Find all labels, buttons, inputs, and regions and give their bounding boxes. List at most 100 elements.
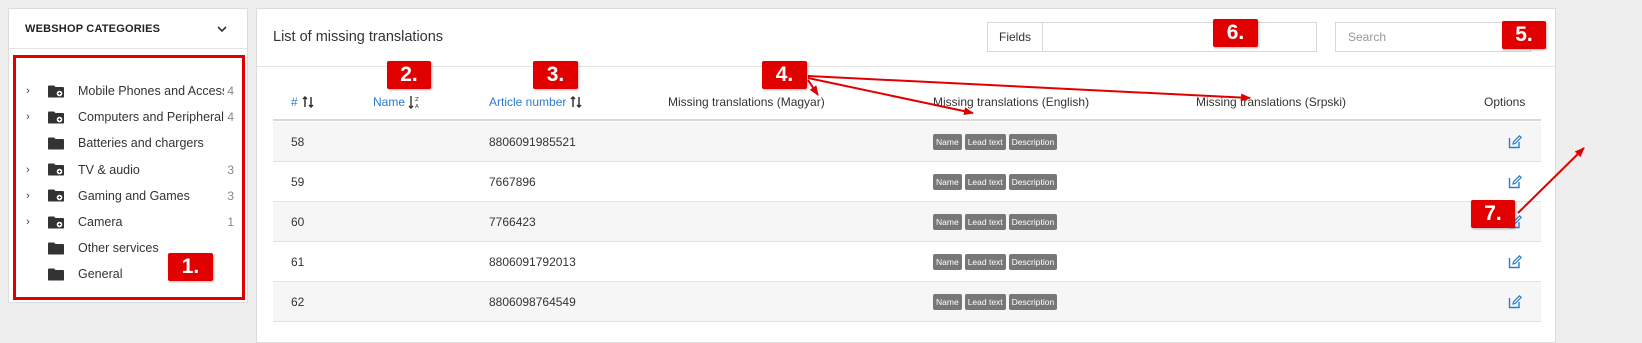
missing-field-badge: Lead text [964, 294, 1006, 310]
row-id: 62 [291, 295, 305, 309]
category-name: Camera [78, 215, 123, 230]
column-name-label: Name [373, 95, 406, 109]
missing-field-badge: Description [1008, 294, 1058, 310]
missing-field-badge: Description [1008, 174, 1058, 190]
category-name: Computers and Peripherals [78, 110, 224, 125]
table-body: 58 8806091985521 Name Lead text Description 5… [273, 122, 1541, 322]
sidebar-category-item[interactable]: › TV & audio 3 [16, 157, 242, 183]
folder-icon [48, 216, 64, 229]
sort-icon [302, 95, 314, 109]
folder-icon [48, 189, 64, 202]
missing-field-badge: Description [1008, 254, 1058, 270]
column-article-label: Article number [489, 95, 567, 109]
missing-field-badge: Lead text [964, 254, 1006, 270]
fields-filter[interactable]: Fields [987, 22, 1317, 52]
column-article-header[interactable]: Article number [489, 95, 583, 109]
table-row: 61 8806091792013 Name Lead text Description [273, 242, 1541, 282]
sidebar-category-item[interactable]: › Camera 1 [16, 209, 242, 235]
missing-translations-panel: List of missing translations Fields # Na… [256, 8, 1556, 343]
expand-chevron-icon[interactable]: › [22, 111, 34, 123]
page-title: List of missing translations [273, 29, 444, 45]
search-input[interactable] [1336, 23, 1503, 51]
english-missing-badges: Name Lead text Description [933, 214, 1058, 230]
category-count: 3 [227, 162, 234, 177]
category-count: 4 [227, 84, 234, 99]
expand-chevron-icon[interactable]: › [22, 164, 34, 176]
missing-field-badge: Lead text [964, 214, 1006, 230]
column-english-header: Missing translations (English) [933, 95, 1090, 109]
folder-icon [48, 268, 64, 281]
missing-field-badge: Description [1008, 134, 1058, 150]
column-id-header[interactable]: # [291, 95, 315, 109]
row-article-number: 7667896 [489, 175, 536, 189]
folder-icon [48, 137, 64, 150]
missing-field-badge: Name [933, 134, 962, 150]
sidebar-category-item[interactable]: › Mobile Phones and Accessories4 [16, 78, 242, 104]
row-article-number: 7766423 [489, 215, 536, 229]
column-magyar-header: Missing translations (Magyar) [668, 95, 825, 109]
edit-icon[interactable] [1508, 295, 1522, 309]
category-count: 4 [227, 110, 234, 125]
annotation-tag-3: 3. [533, 61, 578, 89]
table-row: 60 7766423 Name Lead text Description [273, 202, 1541, 242]
row-article-number: 8806091985521 [489, 135, 576, 149]
row-id: 60 [291, 215, 305, 229]
table-row: 58 8806091985521 Name Lead text Description [273, 122, 1541, 162]
chevron-down-icon[interactable] [215, 22, 229, 36]
row-article-number: 8806098764549 [489, 295, 576, 309]
annotation-tag-6: 6. [1213, 19, 1258, 47]
sidebar-category-item[interactable]: ›Batteries and chargers [16, 130, 242, 156]
english-missing-badges: Name Lead text Description [933, 134, 1058, 150]
column-id-label: # [291, 95, 298, 109]
row-id: 61 [291, 255, 305, 269]
missing-field-badge: Lead text [964, 134, 1006, 150]
edit-icon[interactable] [1508, 135, 1522, 149]
english-missing-badges: Name Lead text Description [933, 174, 1058, 190]
annotation-tag-5: 5. [1502, 21, 1546, 49]
annotation-tag-2: 2. [387, 61, 431, 89]
column-srpski-header: Missing translations (Srpski) [1196, 95, 1347, 109]
svg-text:A: A [415, 104, 419, 109]
missing-field-badge: Lead text [964, 174, 1006, 190]
table-row: 62 8806098764549 Name Lead text Description [273, 282, 1541, 322]
category-name: Mobile Phones and Accessories [78, 84, 224, 99]
sidebar-category-item[interactable]: › Gaming and Games 3 [16, 183, 242, 209]
expand-chevron-icon[interactable]: › [22, 85, 34, 97]
expand-chevron-icon[interactable]: › [22, 216, 34, 228]
expand-chevron-icon[interactable]: › [22, 190, 34, 202]
column-name-header[interactable]: Name ZA [373, 95, 422, 109]
english-missing-badges: Name Lead text Description [933, 254, 1058, 270]
row-id: 58 [291, 135, 305, 149]
table-header: # Name ZA Article number Missing transla… [273, 85, 1541, 121]
panel-header: List of missing translations Fields [257, 9, 1555, 67]
edit-icon[interactable] [1508, 175, 1522, 189]
row-article-number: 8806091792013 [489, 255, 576, 269]
folder-icon [48, 85, 64, 98]
annotation-tag-4: 4. [762, 61, 807, 89]
row-id: 59 [291, 175, 305, 189]
missing-field-badge: Name [933, 174, 962, 190]
sort-icon [570, 95, 582, 109]
sort-z-a-icon: ZA [408, 96, 419, 109]
folder-icon [48, 163, 64, 176]
sidebar-header[interactable]: WEBSHOP CATEGORIES [9, 9, 247, 49]
folder-icon [48, 111, 64, 124]
category-name: TV & audio [78, 162, 140, 177]
edit-icon[interactable] [1508, 255, 1522, 269]
missing-field-badge: Name [933, 294, 962, 310]
category-name: Batteries and chargers [78, 136, 204, 151]
category-count: 3 [227, 188, 234, 203]
annotation-tag-1: 1. [168, 253, 213, 281]
fields-label: Fields [988, 23, 1043, 51]
fields-input[interactable] [1043, 23, 1316, 51]
folder-icon [48, 242, 64, 255]
svg-text:Z: Z [415, 97, 419, 103]
english-missing-badges: Name Lead text Description [933, 294, 1058, 310]
missing-field-badge: Name [933, 254, 962, 270]
missing-field-badge: Name [933, 214, 962, 230]
category-name: Gaming and Games [78, 188, 190, 203]
sidebar-category-item[interactable]: › Computers and Peripherals 4 [16, 104, 242, 130]
category-count: 1 [227, 215, 234, 230]
sidebar-title: WEBSHOP CATEGORIES [25, 22, 161, 35]
missing-field-badge: Description [1008, 214, 1058, 230]
